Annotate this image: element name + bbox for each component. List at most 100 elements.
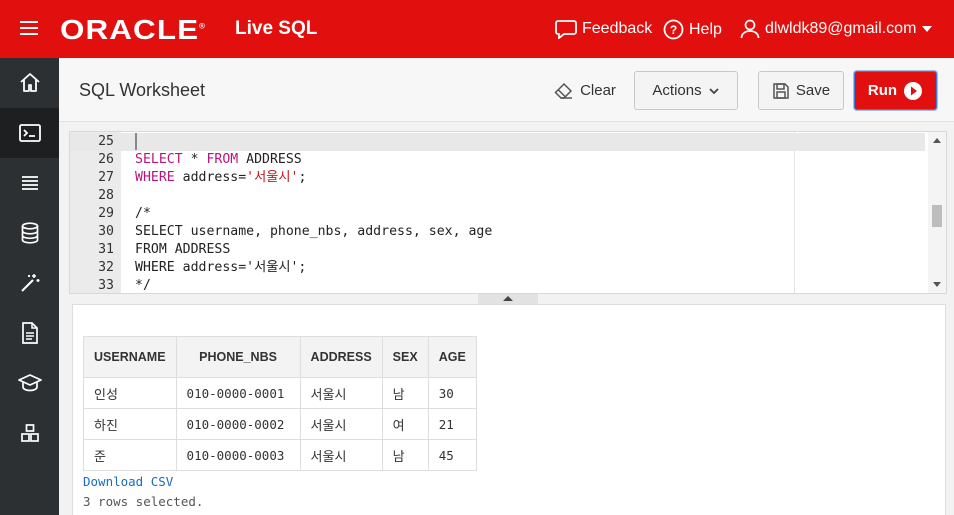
top-bar: ORACLE® Live SQL Feedback ? Help dlwldk8… xyxy=(0,0,954,58)
sidebar-item-quick-sql[interactable] xyxy=(0,258,59,308)
run-button[interactable]: Run xyxy=(854,71,937,110)
sidebar-item-modules[interactable] xyxy=(0,408,59,458)
save-label: Save xyxy=(795,82,831,99)
table-header-row: USERNAME PHONE_NBS ADDRESS SEX AGE xyxy=(83,336,477,378)
worksheet-header: SQL Worksheet Clear Actions Save Run xyxy=(59,58,954,122)
table-cell: 010-0000-0001 xyxy=(175,377,301,409)
sidebar-item-scripts[interactable] xyxy=(0,308,59,358)
column-header: USERNAME xyxy=(83,336,177,378)
results-table: USERNAME PHONE_NBS ADDRESS SEX AGE 인성 01… xyxy=(83,336,477,471)
column-header: SEX xyxy=(381,336,429,378)
home-icon xyxy=(19,73,40,92)
save-button[interactable]: Save xyxy=(758,71,844,110)
actions-button[interactable]: Actions xyxy=(634,71,738,110)
speech-bubble-icon xyxy=(555,20,577,39)
clear-label: Clear xyxy=(580,82,616,99)
actions-label: Actions xyxy=(652,82,702,99)
sidebar-item-schema[interactable] xyxy=(0,208,59,258)
line-number: 25 xyxy=(98,134,114,149)
graduation-cap-icon xyxy=(17,374,42,392)
help-link[interactable]: ? Help xyxy=(663,19,722,40)
table-cell: 30 xyxy=(427,377,477,409)
line-number: 32 xyxy=(98,260,114,275)
sidebar xyxy=(0,58,59,515)
line-number: 28 xyxy=(98,188,114,203)
editor-line[interactable]: 30 SELECT username, phone_nbs, address, … xyxy=(70,223,925,241)
table-cell: 서울시 xyxy=(299,408,383,440)
table-row: 인성 010-0000-0001 서울시 남 30 xyxy=(83,377,477,409)
editor-line[interactable]: 27 WHERE address='서울시'; xyxy=(70,169,925,187)
database-icon xyxy=(21,222,38,244)
pane-splitter-handle[interactable] xyxy=(478,294,538,304)
oracle-logo[interactable]: ORACLE® xyxy=(60,14,206,46)
editor-line[interactable]: 33 */ xyxy=(70,277,925,293)
line-code: */ xyxy=(135,278,151,293)
line-number: 31 xyxy=(98,242,114,257)
table-cell: 준 xyxy=(83,439,177,471)
column-header: AGE xyxy=(427,336,477,378)
user-icon xyxy=(740,19,760,39)
scrollbar-thumb[interactable] xyxy=(932,205,942,227)
feedback-link[interactable]: Feedback xyxy=(555,19,652,39)
table-row: 하진 010-0000-0002 서울시 여 21 xyxy=(83,408,477,440)
editor-line[interactable]: 28 xyxy=(70,187,925,205)
rows-selected-status: 3 rows selected. xyxy=(83,494,204,509)
document-icon xyxy=(21,322,38,344)
eraser-icon xyxy=(554,82,573,99)
line-code: SELECT username, phone_nbs, address, sex… xyxy=(135,224,493,239)
user-menu[interactable]: dlwldk89@gmail.com xyxy=(740,19,933,39)
line-number: 26 xyxy=(98,152,114,167)
column-header: ADDRESS xyxy=(299,336,383,378)
table-cell: 남 xyxy=(381,377,429,409)
line-code: FROM ADDRESS xyxy=(135,242,231,257)
play-circle-icon xyxy=(904,81,923,100)
hamburger-menu-icon[interactable] xyxy=(20,21,38,37)
chevron-down-icon xyxy=(708,87,719,94)
table-cell: 21 xyxy=(427,408,477,440)
editor-line[interactable]: 29 /* xyxy=(70,205,925,223)
feedback-label: Feedback xyxy=(582,20,653,37)
floppy-disk-icon xyxy=(773,82,789,99)
user-email: dlwldk89@gmail.com xyxy=(765,20,917,37)
editor-line[interactable]: 32 WHERE address='서울시'; xyxy=(70,259,925,277)
sidebar-item-home[interactable] xyxy=(0,58,59,108)
scroll-down-arrow-icon[interactable] xyxy=(933,282,941,287)
editor-line[interactable]: 25 xyxy=(70,133,925,151)
table-cell: 서울시 xyxy=(299,377,383,409)
sidebar-item-sql-worksheet[interactable] xyxy=(0,108,59,158)
help-circle-icon: ? xyxy=(663,19,684,40)
scroll-up-arrow-icon[interactable] xyxy=(933,138,941,143)
magic-wand-icon xyxy=(20,274,39,292)
editor-line[interactable]: 26 SELECT * FROM ADDRESS xyxy=(70,151,925,169)
app-title[interactable]: Live SQL xyxy=(235,18,317,40)
table-cell: 남 xyxy=(381,439,429,471)
line-code: WHERE address='서울시'; xyxy=(135,170,307,185)
line-number: 33 xyxy=(98,278,114,293)
help-label: Help xyxy=(689,20,722,38)
brand-text: ORACLE xyxy=(60,14,200,45)
run-label: Run xyxy=(867,82,898,99)
table-cell: 서울시 xyxy=(299,439,383,471)
sidebar-item-list[interactable] xyxy=(0,158,59,208)
table-cell: 인성 xyxy=(83,377,177,409)
editor-line[interactable]: 31 FROM ADDRESS xyxy=(70,241,925,259)
terminal-icon xyxy=(18,124,41,142)
sql-editor[interactable]: 25 26 SELECT * FROM ADDRESS 27 WHERE add… xyxy=(69,131,947,294)
caret-up-icon xyxy=(503,296,513,301)
schema-icon xyxy=(20,424,39,442)
column-header: PHONE_NBS xyxy=(175,336,301,378)
text-cursor xyxy=(135,133,137,150)
svg-text:?: ? xyxy=(670,23,677,37)
editor-scrollbar[interactable] xyxy=(928,132,946,293)
line-number: 30 xyxy=(98,224,114,239)
sidebar-item-tutorials[interactable] xyxy=(0,358,59,408)
clear-button[interactable]: Clear xyxy=(549,71,621,110)
page-title: SQL Worksheet xyxy=(79,80,206,100)
line-code: WHERE address='서울시'; xyxy=(135,260,307,275)
line-code: SELECT * FROM ADDRESS xyxy=(135,152,302,167)
download-csv-link[interactable]: Download CSV xyxy=(83,474,173,489)
list-icon xyxy=(21,176,38,190)
line-code: /* xyxy=(135,206,151,221)
line-number: 29 xyxy=(98,206,114,221)
table-cell: 45 xyxy=(427,439,477,471)
